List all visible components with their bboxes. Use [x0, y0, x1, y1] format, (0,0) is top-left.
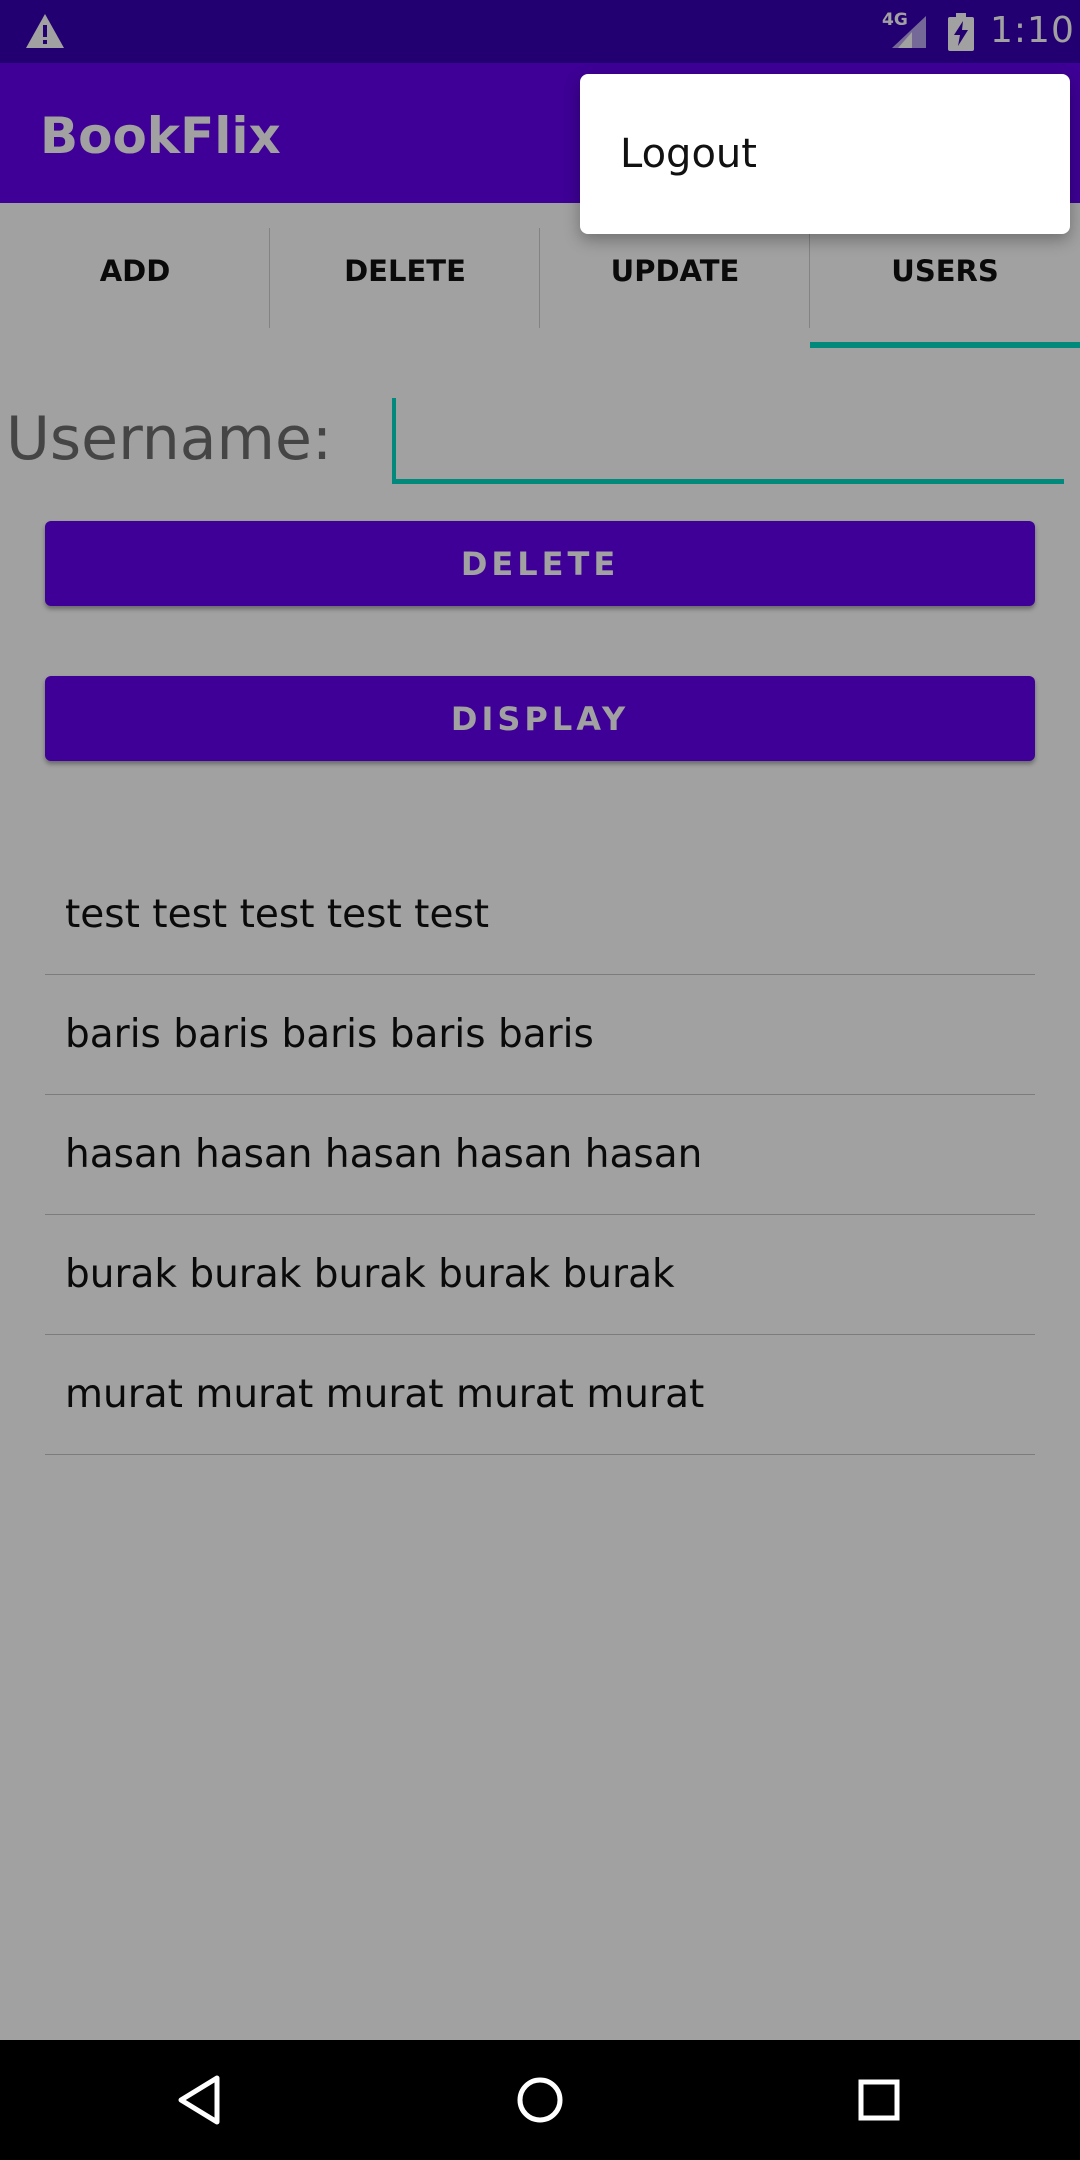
logout-menu-item[interactable]: Logout	[580, 74, 1070, 234]
recents-icon[interactable]	[849, 2070, 909, 2130]
home-icon[interactable]	[510, 2070, 570, 2130]
overflow-menu: Logout	[580, 74, 1070, 234]
navigation-bar	[0, 2040, 1080, 2160]
back-icon[interactable]	[171, 2070, 231, 2130]
menu-scrim[interactable]	[0, 0, 1080, 2040]
